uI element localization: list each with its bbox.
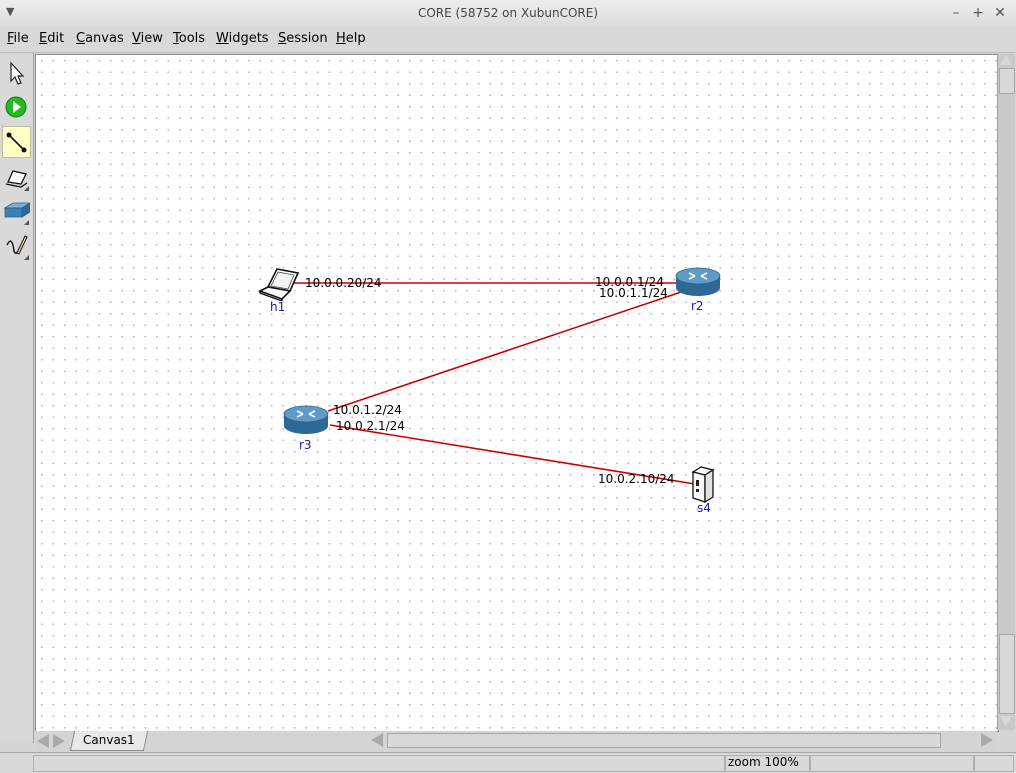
link-tool-icon	[6, 132, 27, 153]
tab-scroll-right-icon[interactable]	[53, 734, 65, 748]
interface-label: 10.0.0.20/24	[305, 276, 382, 290]
menu-file[interactable]: File	[7, 31, 29, 46]
minimize-icon[interactable]: –	[948, 5, 964, 21]
scroll-right-icon[interactable]	[981, 733, 993, 747]
menu-view[interactable]: View	[132, 31, 163, 46]
vertical-scroll-thumb[interactable]	[999, 68, 1015, 94]
menu-tools[interactable]: Tools	[173, 31, 205, 46]
server-icon[interactable]	[689, 464, 717, 504]
window-title: CORE (58752 on XubunCORE)	[417, 6, 599, 20]
canvas-tab-label: Canvas1	[83, 733, 135, 747]
menu-canvas[interactable]: Canvas	[76, 31, 124, 46]
vertical-scroll-track-segment	[999, 634, 1015, 714]
node-label-s4: s4	[697, 501, 711, 515]
select-tool-button[interactable]	[2, 57, 31, 89]
link-layer-node-button[interactable]	[2, 195, 32, 227]
menu-help[interactable]: Help	[336, 31, 366, 46]
submenu-indicator-icon	[19, 255, 29, 260]
status-info-area	[810, 755, 974, 772]
link-r2-r3[interactable]	[327, 287, 694, 412]
status-message-area	[33, 755, 725, 772]
tab-scroll-left-icon[interactable]	[37, 734, 49, 748]
submenu-indicator-icon	[19, 220, 29, 225]
link-layer	[278, 282, 702, 486]
menu-widgets[interactable]: Widgets	[216, 31, 269, 46]
node-label-r2: r2	[691, 299, 704, 313]
scroll-left-icon[interactable]	[371, 733, 383, 747]
topology-canvas[interactable]: h1 r2 r3 s4 10.0.0.20/24 10.0.0.1/24 10.…	[35, 54, 999, 732]
node-label-r3: r3	[299, 438, 312, 452]
scroll-up-icon[interactable]	[1000, 55, 1012, 65]
submenu-indicator-icon	[19, 186, 29, 191]
node-label-h1: h1	[270, 300, 286, 314]
menu-session[interactable]: Session	[278, 31, 328, 46]
title-bar: ▼ CORE (58752 on XubunCORE) – + ✕	[0, 0, 1016, 28]
interface-label: 10.0.2.10/24	[598, 472, 675, 486]
annotation-tool-button[interactable]	[2, 230, 31, 262]
select-tool-icon	[10, 61, 25, 85]
status-bar: zoom 100%	[0, 752, 1016, 773]
link-tool-button[interactable]	[2, 126, 31, 158]
maximize-icon[interactable]: +	[970, 5, 986, 21]
vertical-scrollbar[interactable]	[997, 54, 1015, 730]
start-session-button[interactable]	[2, 91, 31, 123]
laptop-icon[interactable]	[258, 263, 302, 301]
router-icon[interactable]	[283, 404, 329, 436]
tool-palette	[0, 53, 34, 743]
start-session-icon	[5, 96, 27, 118]
tab-and-scroll-bar: Canvas1	[35, 731, 997, 752]
close-icon[interactable]: ✕	[992, 5, 1008, 21]
horizontal-scroll-thumb[interactable]	[387, 733, 941, 748]
scroll-down-icon[interactable]	[1000, 716, 1012, 726]
menu-edit[interactable]: Edit	[39, 31, 64, 46]
zoom-status: zoom 100%	[728, 755, 799, 769]
network-node-button[interactable]	[2, 161, 31, 193]
interface-label: 10.0.1.2/24	[333, 403, 402, 417]
router-icon[interactable]	[675, 266, 721, 298]
interface-label: 10.0.2.1/24	[336, 419, 405, 433]
interface-label: 10.0.1.1/24	[599, 286, 668, 300]
status-extra-area	[974, 755, 1014, 772]
